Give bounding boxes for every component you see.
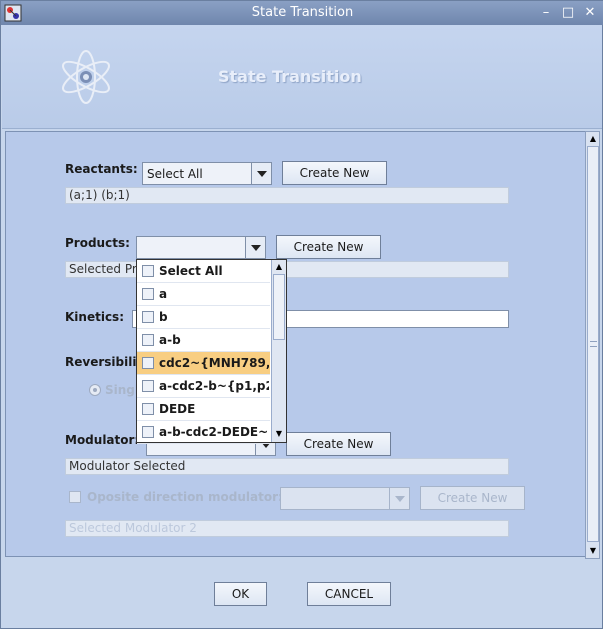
- dialog-header: State Transition: [2, 25, 602, 129]
- dropdown-item-checkbox[interactable]: [142, 334, 154, 346]
- products-combo[interactable]: [136, 236, 266, 259]
- maximize-icon[interactable]: □: [559, 4, 577, 22]
- reactants-create-new-button[interactable]: Create New: [282, 161, 387, 185]
- reversibility-label: Reversibilit: [65, 355, 143, 369]
- dropdown-item-checkbox[interactable]: [142, 403, 154, 415]
- products-label: Products:: [65, 236, 130, 250]
- opposite-selected-field: Selected Modulator 2: [65, 520, 509, 537]
- dropdown-item-label: a-cdc2-b~{p1,p2}: [159, 379, 269, 393]
- state-transition-window: State Transition – □ ✕ State Transition …: [0, 0, 603, 629]
- reactants-label: Reactants:: [65, 162, 138, 176]
- dropdown-item-checkbox[interactable]: [142, 426, 154, 438]
- single-radio[interactable]: [89, 384, 101, 396]
- modulator-label: Modulator:: [65, 433, 140, 447]
- cancel-button[interactable]: CANCEL: [307, 582, 391, 606]
- atom-logo-icon: [62, 50, 110, 104]
- dropdown-item-label: a: [159, 287, 168, 301]
- dropdown-item[interactable]: a-cdc2-b~{p1,p2}: [137, 375, 270, 398]
- reactants-selected-field: (a;1) (b;1): [65, 187, 509, 204]
- vertical-scrollbar[interactable]: ▲ ▼: [585, 131, 600, 559]
- dropdown-item-label: DEDE: [159, 402, 196, 416]
- dropdown-item-checkbox[interactable]: [142, 380, 154, 392]
- dropdown-item[interactable]: a-b: [137, 329, 270, 352]
- dialog-footer: [2, 561, 602, 627]
- reactants-combo-value: Select All: [147, 167, 203, 181]
- dropdown-item-checkbox[interactable]: [142, 357, 154, 369]
- minimize-icon[interactable]: –: [537, 4, 555, 22]
- modulator-selected-field: Modulator Selected: [65, 458, 509, 475]
- opposite-direction-label: Oposite direction modulator:: [87, 490, 283, 504]
- dropdown-item[interactable]: DEDE: [137, 398, 270, 421]
- chevron-down-icon[interactable]: [251, 163, 271, 184]
- dropdown-item-label: a-b: [159, 333, 181, 347]
- dropdown-item-label: b: [159, 310, 168, 324]
- products-create-new-button[interactable]: Create New: [276, 235, 381, 259]
- modulator-create-new-button[interactable]: Create New: [286, 432, 391, 456]
- dropdown-item-label: Select All: [159, 264, 223, 278]
- kinetics-label: Kinetics:: [65, 310, 124, 324]
- scroll-up-icon[interactable]: ▲: [273, 261, 285, 273]
- dropdown-item[interactable]: a-b-cdc2-DEDE~: [137, 421, 270, 444]
- single-radio-label: Singl: [105, 383, 140, 397]
- header-title: State Transition: [218, 67, 362, 86]
- dropdown-item-label: cdc2~{MNH789,PC: [159, 356, 269, 370]
- opposite-modulator-combo[interactable]: [280, 487, 410, 510]
- ok-button[interactable]: OK: [214, 582, 267, 606]
- title-bar[interactable]: State Transition – □ ✕: [1, 1, 603, 25]
- reactants-combo[interactable]: Select All: [142, 162, 272, 185]
- dropdown-item[interactable]: Select All: [137, 260, 270, 283]
- products-dropdown-list[interactable]: Select All ab a-b cdc2~{MNH789,PC a-cdc2-b~{…: [136, 259, 287, 444]
- chevron-down-icon[interactable]: [245, 237, 265, 258]
- window-title: State Transition: [251, 5, 354, 20]
- scroll-down-icon[interactable]: ▼: [587, 545, 599, 557]
- dropdown-scrollbar[interactable]: ▲ ▼: [271, 260, 286, 442]
- scroll-up-icon[interactable]: ▲: [587, 133, 599, 145]
- dropdown-item-checkbox[interactable]: [142, 265, 154, 277]
- opposite-create-new-button[interactable]: Create New: [420, 486, 525, 510]
- chevron-down-icon[interactable]: [389, 488, 409, 509]
- dropdown-item-checkbox[interactable]: [142, 288, 154, 300]
- dropdown-item-label: a-b-cdc2-DEDE~: [159, 425, 269, 439]
- dropdown-item[interactable]: b: [137, 306, 270, 329]
- dropdown-scroll-thumb[interactable]: [273, 274, 285, 340]
- scroll-down-icon[interactable]: ▼: [273, 428, 285, 440]
- close-icon[interactable]: ✕: [581, 4, 599, 22]
- dropdown-item-checkbox[interactable]: [142, 311, 154, 323]
- products-selected-field: Selected Pr: [65, 261, 509, 278]
- opposite-direction-checkbox[interactable]: [69, 491, 81, 503]
- scroll-thumb[interactable]: [587, 146, 599, 542]
- grip-icon: [590, 341, 597, 347]
- dropdown-item[interactable]: cdc2~{MNH789,PC: [137, 352, 270, 375]
- dropdown-item[interactable]: a: [137, 283, 270, 306]
